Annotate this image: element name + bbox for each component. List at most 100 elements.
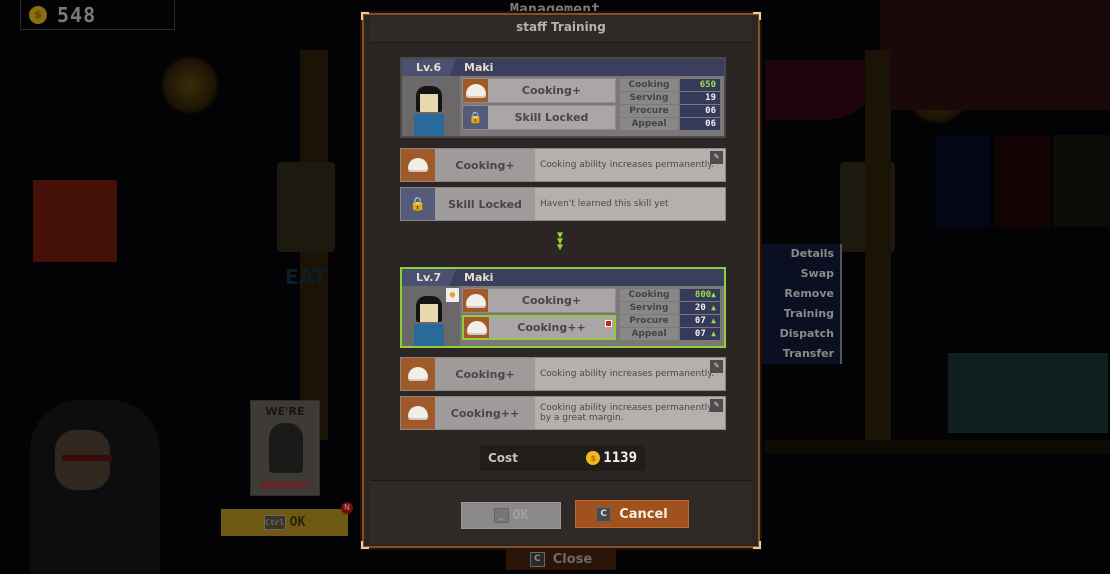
skill-name: Cooking+ xyxy=(435,358,535,390)
stat-label: Cooking xyxy=(620,79,678,91)
menu-item-training[interactable]: Training xyxy=(760,304,842,324)
stat-row: Procure 06 xyxy=(620,105,720,117)
steamed-bun-icon xyxy=(401,149,435,181)
skill-detail-row[interactable]: Cooking+ Cooking ability increases perma… xyxy=(400,357,726,391)
skill-detail-row[interactable]: 🔒 Skill Locked Haven't learned this skil… xyxy=(400,187,726,221)
coin-amount: 548 xyxy=(57,2,97,27)
staff-portrait xyxy=(402,76,460,136)
skill-description: Cooking ability increases permanently by… xyxy=(540,403,713,423)
skill-name: Cooking+ xyxy=(435,149,535,181)
stat-row: Cooking 800▲ xyxy=(620,289,720,301)
corner-ornament xyxy=(361,12,369,20)
c-key-icon: C xyxy=(529,551,545,567)
arrow-up-icon: ▲ xyxy=(711,316,716,325)
stat-value: 800▲ xyxy=(680,289,720,301)
context-menu: Details Swap Remove Training Dispatch Tr… xyxy=(760,244,842,364)
menu-item-transfer[interactable]: Transfer xyxy=(760,344,842,364)
stat-table: Cooking 800▲ Serving 20 ▲ Procure 07 ▲ Appe… xyxy=(620,289,720,341)
coin-icon: $ xyxy=(29,5,47,24)
stat-row: Serving 20 ▲ xyxy=(620,302,720,314)
dialog-title: staff Training xyxy=(516,20,606,34)
skill-slot[interactable]: 🔒 Skill Locked xyxy=(462,105,616,130)
stat-table: Cooking 650 Serving 19 Procure 06 Appeal 06 xyxy=(620,79,720,131)
menu-item-dispatch[interactable]: Dispatch xyxy=(760,324,842,344)
staff-name: Maki xyxy=(464,271,494,284)
stat-label: Procure xyxy=(620,105,678,117)
ok-label: OK xyxy=(512,508,529,523)
cancel-button[interactable]: C Cancel xyxy=(575,500,689,528)
skill-label: Cooking++ xyxy=(517,321,586,334)
feather-icon: ✎ xyxy=(710,151,723,164)
stat-label: Serving xyxy=(620,92,678,104)
next-level-staff-card: Lv.7 Maki ● Cooking+ Cooking++ Cooking 8… xyxy=(400,267,726,348)
stat-value: 06 xyxy=(680,105,720,117)
stat-row: Procure 07 ▲ xyxy=(620,315,720,327)
lock-icon: 🔒 xyxy=(401,188,435,220)
current-staff-card: Lv.6 Maki Cooking+ 🔒 Skill Locked Cookin… xyxy=(400,57,726,138)
stat-label: Serving xyxy=(620,302,678,314)
staff-name: Maki xyxy=(464,61,494,74)
hire-ok-button[interactable]: Ctrl OK xyxy=(221,509,348,536)
stat-label: Appeal xyxy=(620,328,678,340)
new-badge: N xyxy=(341,502,353,514)
training-cost: Cost $ 1139 xyxy=(480,445,645,471)
ok-button[interactable]: ⎵ OK xyxy=(461,502,561,529)
stat-row: Appeal 06 xyxy=(620,118,720,130)
skill-label: Skill Locked xyxy=(514,111,589,124)
ctrl-key-icon: Ctrl xyxy=(263,515,286,530)
staff-training-dialog: staff Training Lv.6 Maki Cooking+ 🔒 Skil… xyxy=(361,12,761,549)
corner-ornament xyxy=(361,541,369,549)
menu-item-details[interactable]: Details xyxy=(760,244,842,264)
stat-label: Procure xyxy=(620,315,678,327)
dialog-footer: ⎵ OK C Cancel xyxy=(370,480,752,544)
level-label: Lv.6 xyxy=(402,59,456,76)
skill-detail-row[interactable]: Cooking++ Cooking ability increases perm… xyxy=(400,396,726,430)
steamed-bun-icon xyxy=(401,397,435,429)
cost-value: $ 1139 xyxy=(586,450,637,466)
corner-ornament xyxy=(753,12,761,20)
skill-slot-new[interactable]: Cooking++ xyxy=(462,315,616,340)
menu-item-swap[interactable]: Swap xyxy=(760,264,842,284)
stat-value: 07 ▲ xyxy=(680,328,720,340)
skill-name: Skill Locked xyxy=(435,188,535,220)
feather-icon: ✎ xyxy=(710,360,723,373)
coin-icon: $ xyxy=(586,451,601,465)
lock-icon: 🔒 xyxy=(463,106,488,129)
skill-detail-row[interactable]: Cooking+ Cooking ability increases perma… xyxy=(400,148,726,182)
cost-amount: 1139 xyxy=(603,450,637,466)
hire-ok-label: OK xyxy=(289,515,306,530)
staff-portrait: ● xyxy=(402,286,460,346)
corner-ornament xyxy=(753,541,761,549)
stat-label: Cooking xyxy=(620,289,678,301)
card-body: Cooking+ 🔒 Skill Locked Cooking 650 Servi… xyxy=(402,76,724,136)
stat-row: Cooking 650 xyxy=(620,79,720,91)
stat-row: Appeal 07 ▲ xyxy=(620,328,720,340)
close-button[interactable]: C Close xyxy=(506,548,616,570)
skill-label: Cooking+ xyxy=(521,84,582,97)
skill-slot[interactable]: Cooking+ xyxy=(462,288,616,313)
skill-slots: Cooking+ 🔒 Skill Locked xyxy=(462,78,616,132)
new-skill-badge xyxy=(605,320,612,327)
arrow-up-icon: ▲ xyxy=(711,303,716,312)
cancel-label: Cancel xyxy=(619,506,668,522)
c-key-icon: C xyxy=(596,506,612,522)
chevron-down-icon: ▼ ▼ ▼ xyxy=(557,230,564,253)
stat-value: 06 xyxy=(680,118,720,130)
card-header: Lv.7 Maki xyxy=(402,269,724,286)
menu-item-remove[interactable]: Remove xyxy=(760,284,842,304)
card-body: ● Cooking+ Cooking++ Cooking 800▲ Serving… xyxy=(402,286,724,346)
steamed-bun-icon xyxy=(464,317,489,338)
level-label: Lv.7 xyxy=(402,269,456,286)
poster-line1: WE'RE xyxy=(265,405,305,418)
skill-slots: Cooking+ Cooking++ xyxy=(462,288,616,342)
stat-row: Serving 19 xyxy=(620,92,720,104)
lightbulb-icon: ● xyxy=(446,288,459,302)
skill-slot[interactable]: Cooking+ xyxy=(462,78,616,103)
stat-label: Appeal xyxy=(620,118,678,130)
skill-description: Haven't learned this skill yet xyxy=(540,199,669,209)
stat-value: 20 ▲ xyxy=(680,302,720,314)
space-key-icon: ⎵ xyxy=(493,508,509,523)
feather-icon: ✎ xyxy=(710,399,723,412)
skill-label: Cooking+ xyxy=(521,294,582,307)
skill-name: Cooking++ xyxy=(435,397,535,429)
